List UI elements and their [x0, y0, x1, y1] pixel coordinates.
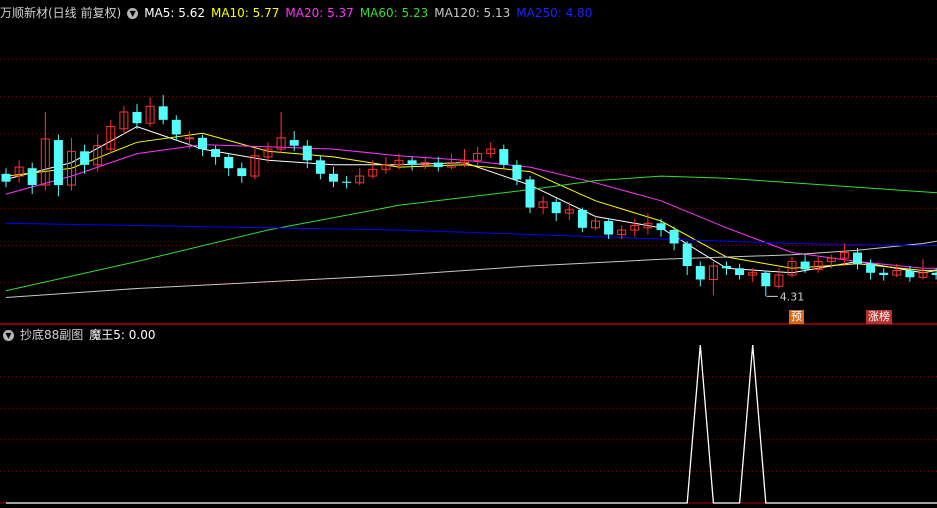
- candle-body: [342, 181, 352, 183]
- candle-body: [931, 272, 937, 276]
- candle-body: [853, 252, 862, 264]
- ma-line-ma20: [5, 144, 937, 269]
- candle-body: [132, 111, 142, 124]
- candle-body: [198, 137, 207, 150]
- dropdown-icon[interactable]: ▼: [127, 7, 139, 19]
- sub-chart-header: ▼ 抄底88副图 魔王5: 0.00: [0, 325, 162, 345]
- dropdown-icon[interactable]: ▼: [3, 329, 14, 341]
- candle-body: [525, 179, 535, 208]
- candle-body: [879, 272, 889, 276]
- ma5-label: MA5: 5.62: [144, 6, 205, 20]
- pre-tag[interactable]: 预: [789, 310, 804, 324]
- indicator-value: 魔王5: 0.00: [89, 328, 156, 342]
- ma20-label: MA20: 5.37: [285, 6, 354, 20]
- limit-tag[interactable]: 涨榜: [866, 310, 892, 324]
- candle-body: [211, 149, 221, 157]
- candle-body: [735, 268, 745, 276]
- ma-line-ma10: [5, 132, 937, 272]
- ma-line-ma120: [5, 240, 937, 298]
- candle-body: [866, 263, 876, 273]
- candle-body: [407, 160, 417, 165]
- candle-body: [512, 164, 522, 180]
- ma10-label: MA10: 5.77: [210, 6, 280, 20]
- candle-body: [905, 270, 915, 278]
- candle-body: [184, 137, 194, 140]
- ma-line-ma250: [5, 222, 937, 247]
- indicator-name: 抄底88副图: [20, 328, 84, 342]
- kline-chart[interactable]: 6.544.31: [0, 0, 937, 508]
- candle-body: [1, 173, 11, 182]
- candle-body: [722, 266, 731, 269]
- candle-body: [604, 221, 614, 235]
- ma120-label: MA120: 5.13: [434, 6, 511, 20]
- candle-body: [53, 140, 63, 186]
- candle-body: [682, 243, 692, 267]
- candle-body: [315, 160, 325, 174]
- candle-body: [669, 230, 679, 244]
- candle-body: [577, 209, 587, 228]
- candle-body: [551, 201, 561, 214]
- indicator-line: [6, 344, 937, 504]
- ma-line-ma60: [5, 175, 937, 292]
- candle-body: [695, 266, 705, 280]
- candle-body: [171, 119, 181, 135]
- candle-body: [302, 145, 312, 161]
- candle-body: [27, 168, 37, 186]
- candle-body: [80, 151, 90, 165]
- candle-body: [800, 261, 810, 270]
- candle-body: [761, 272, 771, 287]
- candle-body: [433, 162, 443, 168]
- price-annotation: 4.31: [780, 290, 805, 303]
- ma250-label: MA250: 4.80: [516, 6, 593, 20]
- ma60-label: MA60: 5.23: [359, 6, 429, 20]
- candle-body: [329, 173, 338, 182]
- candle-body: [237, 168, 247, 177]
- candle-body: [289, 140, 299, 146]
- candle-body: [224, 156, 234, 169]
- stock-title: 万顺新材(日线 前复权): [0, 6, 122, 20]
- candle-body: [158, 106, 168, 120]
- candle-body: [656, 223, 666, 231]
- main-chart-header: 万顺新材(日线 前复权) ▼ MA5: 5.62 MA10: 5.77 MA20…: [0, 3, 598, 23]
- candle-body: [499, 149, 509, 165]
